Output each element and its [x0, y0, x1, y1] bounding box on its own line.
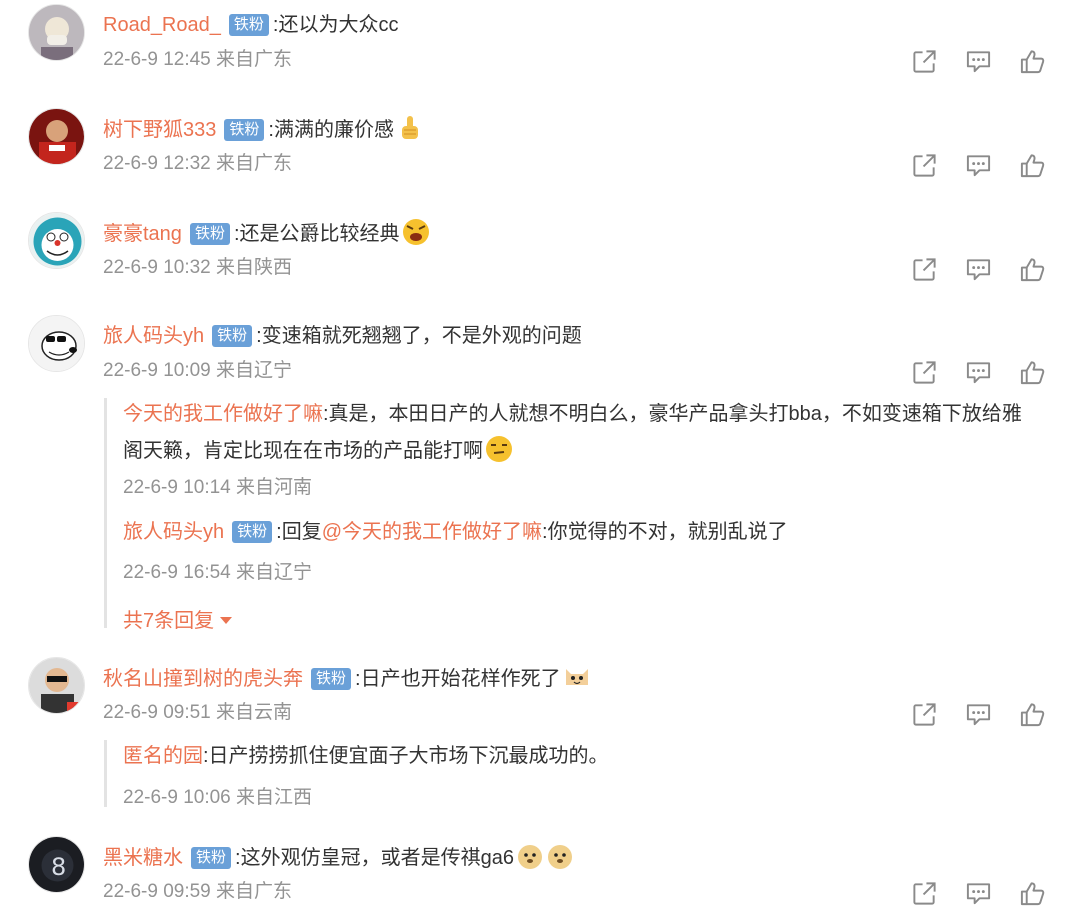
- avatar[interactable]: 8: [28, 836, 85, 893]
- reply-item: 今天的我工作做好了嘛:真是，本田日产的人就想不明白么，豪华产品拿头打bba，不如…: [123, 396, 1043, 470]
- comment-icon[interactable]: [965, 359, 992, 386]
- fan-badge: 铁粉: [228, 14, 269, 36]
- comment-icon[interactable]: [965, 152, 992, 179]
- reply-text: :日产捞捞抓住便宜面子大市场下沉最成功的。: [203, 745, 609, 767]
- doge-emoji: [517, 845, 542, 869]
- fan-badge: 铁粉: [189, 223, 230, 245]
- reply-username[interactable]: 匿名的园: [123, 745, 203, 767]
- comment-text: :变速箱就死翘翘了，不是外观的问题: [256, 325, 582, 347]
- share-icon[interactable]: [911, 48, 938, 75]
- reply-text: :你觉得的不对，就别乱说了: [542, 521, 788, 543]
- comment-time: 22-6-9 10:09: [103, 360, 211, 381]
- reply-text-continued: 阁天籁，肯定比现在在市场的产品能打啊: [123, 440, 483, 462]
- comment-icon[interactable]: [965, 256, 992, 283]
- username[interactable]: 旅人码头yh: [103, 325, 204, 347]
- smirk-emoji: [486, 436, 512, 462]
- username[interactable]: Road_Road_: [103, 14, 221, 36]
- comment-item: 豪豪tang 铁粉:还是公爵比较经典 22-6-9 10:32 来自陕西: [0, 212, 1080, 292]
- like-icon[interactable]: [1019, 256, 1046, 283]
- comment-time: 22-6-9 10:32: [103, 257, 211, 278]
- avatar[interactable]: [28, 315, 85, 372]
- like-icon[interactable]: [1019, 701, 1046, 728]
- comment-icon[interactable]: [965, 48, 992, 75]
- comment-item: Road_Road_ 铁粉:还以为大众cc 22-6-9 12:45 来自广东: [0, 4, 1080, 84]
- reply-location: 来自辽宁: [236, 562, 313, 583]
- comment-time: 22-6-9 09:51: [103, 702, 211, 723]
- comment-text: :满满的廉价感: [268, 119, 394, 141]
- fan-badge: 铁粉: [232, 521, 273, 543]
- thumbs-up-emoji: [401, 116, 418, 139]
- comment-text: :这外观仿皇冠，或者是传祺ga6: [235, 847, 514, 869]
- like-icon[interactable]: [1019, 152, 1046, 179]
- comment-item: 8 黑米糖水 铁粉:这外观仿皇冠，或者是传祺ga6 22-6-9 09:59 来自…: [0, 836, 1080, 916]
- avatar[interactable]: [28, 212, 85, 269]
- reply-item: 旅人码头yh 铁粉:回复@今天的我工作做好了嘛:你觉得的不对，就别乱说了: [123, 514, 1043, 551]
- comment-text: :还是公爵比较经典: [233, 223, 400, 245]
- comment-item: 旅人码头yh 铁粉:变速箱就死翘翘了，不是外观的问题 22-6-9 10:09 来…: [0, 315, 1080, 395]
- fan-badge: 铁粉: [224, 119, 265, 141]
- reply-time: 22-6-9 10:06: [123, 787, 231, 808]
- cat-emoji: [565, 669, 588, 685]
- share-icon[interactable]: [911, 256, 938, 283]
- comment-time: 22-6-9 12:45: [103, 49, 211, 70]
- reply-time: 22-6-9 16:54: [123, 562, 231, 583]
- share-icon[interactable]: [911, 359, 938, 386]
- comment-location: 来自广东: [216, 153, 293, 174]
- more-replies-link[interactable]: 共7条回复: [123, 604, 232, 633]
- share-icon[interactable]: [911, 152, 938, 179]
- svg-text:8: 8: [51, 853, 66, 881]
- reply-time: 22-6-9 10:14: [123, 477, 231, 498]
- comment-location: 来自辽宁: [216, 360, 293, 381]
- reply-item: 匿名的园:日产捞捞抓住便宜面子大市场下沉最成功的。: [123, 738, 1043, 775]
- fan-badge: 铁粉: [212, 325, 253, 347]
- comment-time: 22-6-9 09:59: [103, 881, 211, 902]
- mention-link[interactable]: @今天的我工作做好了嘛: [322, 521, 542, 543]
- comment-text: :日产也开始花样作死了: [355, 668, 561, 690]
- reply-text: :真是，本田日产的人就想不明白么，豪华产品拿头打bba，不如变速箱下放给雅: [323, 403, 1022, 425]
- share-icon[interactable]: [911, 880, 938, 907]
- comment-text: :还以为大众cc: [272, 14, 399, 36]
- username[interactable]: 豪豪tang: [103, 223, 182, 245]
- username[interactable]: 秋名山撞到树的虎头奔: [103, 668, 303, 690]
- doge-emoji: [547, 845, 572, 869]
- comment-location: 来自广东: [216, 49, 293, 70]
- share-icon[interactable]: [911, 701, 938, 728]
- reply-thread: 今天的我工作做好了嘛:真是，本田日产的人就想不明白么，豪华产品拿头打bba，不如…: [104, 396, 1047, 632]
- fan-badge: 铁粉: [191, 847, 232, 869]
- reply-username[interactable]: 今天的我工作做好了嘛: [123, 403, 323, 425]
- avatar[interactable]: [28, 657, 85, 714]
- comment-location: 来自陕西: [216, 257, 293, 278]
- username[interactable]: 树下野狐333: [103, 119, 216, 141]
- like-icon[interactable]: [1019, 359, 1046, 386]
- caret-down-icon: [219, 617, 232, 624]
- comment-location: 来自广东: [216, 881, 293, 902]
- comment-item: 树下野狐333 铁粉:满满的廉价感 22-6-9 12:32 来自广东: [0, 108, 1080, 188]
- avatar[interactable]: [28, 4, 85, 61]
- like-icon[interactable]: [1019, 880, 1046, 907]
- comment-icon[interactable]: [965, 880, 992, 907]
- comment-icon[interactable]: [965, 701, 992, 728]
- username[interactable]: 黑米糖水: [103, 847, 183, 869]
- fan-badge: 铁粉: [311, 668, 352, 690]
- comment-location: 来自云南: [216, 702, 293, 723]
- reply-prefix: :回复: [276, 521, 322, 543]
- comment-time: 22-6-9 12:32: [103, 153, 211, 174]
- comment-item: 秋名山撞到树的虎头奔 铁粉:日产也开始花样作死了 22-6-9 09:51 来自云…: [0, 657, 1080, 737]
- angry-emoji: [402, 219, 429, 245]
- reply-location: 来自江西: [236, 787, 313, 808]
- reply-username[interactable]: 旅人码头yh: [123, 521, 224, 543]
- reply-thread: 匿名的园:日产捞捞抓住便宜面子大市场下沉最成功的。 22-6-9 10:06 来…: [104, 738, 1047, 808]
- like-icon[interactable]: [1019, 48, 1046, 75]
- avatar[interactable]: [28, 108, 85, 165]
- reply-location: 来自河南: [236, 477, 313, 498]
